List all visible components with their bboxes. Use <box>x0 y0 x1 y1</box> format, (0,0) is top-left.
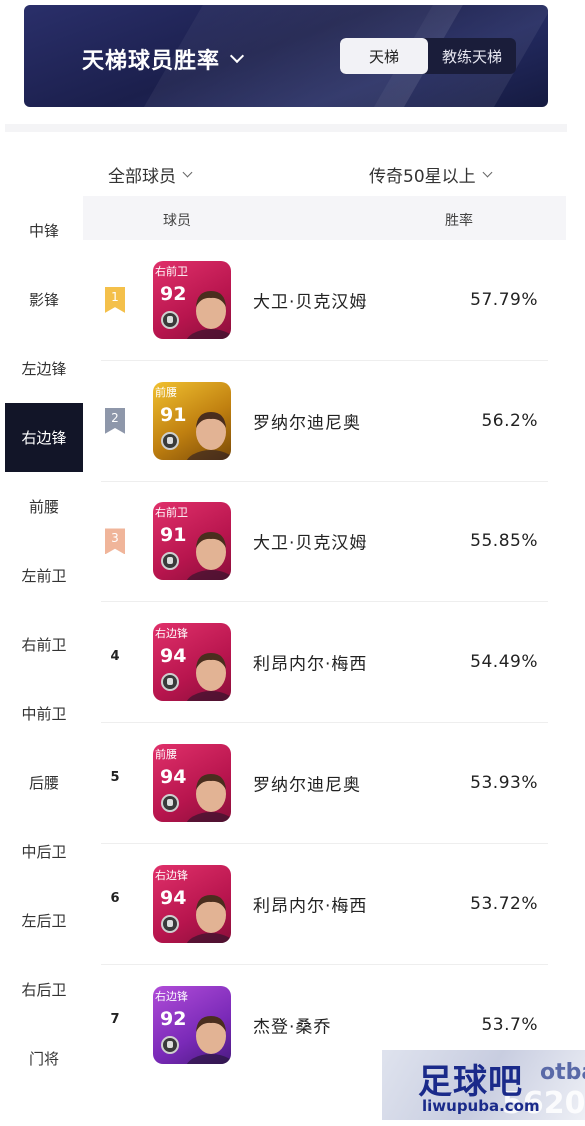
sidebar-item-dmf[interactable]: 后腰 <box>5 748 83 817</box>
player-name: 杰登·桑乔 <box>253 1017 332 1038</box>
column-header-rate: 胜率 <box>445 213 473 229</box>
club-badge-icon <box>161 552 179 571</box>
player-name: 罗纳尔迪尼奥 <box>253 413 361 434</box>
player-card[interactable]: 右边锋 92 <box>153 986 231 1065</box>
header-banner: 天梯球员胜率 天梯 教练天梯 <box>24 5 548 107</box>
tab-ladder[interactable]: 天梯 <box>340 38 428 74</box>
player-card[interactable]: 右边锋 94 <box>153 864 231 943</box>
win-rate-value: 54.49% <box>470 652 538 673</box>
column-header-player: 球员 <box>163 213 191 229</box>
player-name: 利昂内尔·梅西 <box>253 654 368 675</box>
sidebar-item-lb[interactable]: 左后卫 <box>5 886 83 955</box>
club-badge-icon <box>161 431 179 450</box>
win-rate-value: 56.2% <box>481 410 538 431</box>
player-portrait-icon <box>186 532 231 581</box>
table-row[interactable]: 6 右边锋 94 利昂内尔·梅西 53.72% <box>101 844 548 965</box>
page-title: 天梯球员胜率 <box>82 49 221 74</box>
player-filter-label: 全部球员 <box>108 167 176 187</box>
table-row[interactable]: 3 右前卫 91 大卫·贝克汉姆 55.85% <box>101 482 548 603</box>
position-sidebar: 中锋 影锋 左边锋 右边锋 前腰 左前卫 右前卫 中前卫 后腰 中后卫 左后卫 … <box>5 196 83 1086</box>
tab-coach-ladder[interactable]: 教练天梯 <box>428 38 516 74</box>
win-rate-value: 53.7% <box>481 1015 538 1036</box>
watermark-logo: otba 5620 足球吧 liwupuba.com <box>382 1050 585 1120</box>
rank-medal-badge: 3 <box>105 528 125 555</box>
sidebar-item-rwf[interactable]: 右边锋 <box>5 403 83 472</box>
card-rating: 94 <box>160 886 187 909</box>
filter-bar: 全部球员 传奇50星以上 <box>5 124 567 196</box>
card-rating: 92 <box>160 1008 187 1031</box>
rank-number: 5 <box>110 770 120 786</box>
chevron-down-icon <box>229 48 245 64</box>
club-badge-icon <box>161 310 179 329</box>
rank-number: 4 <box>110 649 120 665</box>
sidebar-item-rb[interactable]: 右后卫 <box>5 955 83 1024</box>
sidebar-item-lmf[interactable]: 左前卫 <box>5 541 83 610</box>
sidebar-item-lwf[interactable]: 左边锋 <box>5 334 83 403</box>
sidebar-item-cf[interactable]: 中锋 <box>5 196 83 265</box>
table-header: 球员 胜率 <box>83 196 566 240</box>
table-row[interactable]: 1 右前卫 92 大卫·贝克汉姆 57.79% <box>101 240 548 361</box>
card-position: 右前卫 <box>155 264 188 278</box>
player-name: 大卫·贝克汉姆 <box>253 292 368 313</box>
win-rate-table: 球员 胜率 1 右前卫 92 大卫·贝克汉姆 57.79% 2 前腰 91 罗纳尔迪尼奥 56.2… <box>83 196 566 1086</box>
player-card[interactable]: 右前卫 92 <box>153 260 231 339</box>
table-row[interactable]: 2 前腰 91 罗纳尔迪尼奥 56.2% <box>101 361 548 482</box>
win-rate-value: 57.79% <box>470 289 538 310</box>
card-position: 右边锋 <box>155 627 188 641</box>
watermark-brand: 足球吧 <box>418 1062 523 1102</box>
watermark-bg-text: otba <box>540 1060 585 1085</box>
card-position: 前腰 <box>155 748 177 762</box>
club-badge-icon <box>161 1036 179 1055</box>
player-portrait-icon <box>186 653 231 702</box>
rank-medal-badge: 1 <box>105 286 125 313</box>
player-card[interactable]: 前腰 91 <box>153 381 231 460</box>
sidebar-item-rmf[interactable]: 右前卫 <box>5 610 83 679</box>
card-position: 前腰 <box>155 385 177 399</box>
win-rate-value: 53.93% <box>470 773 538 794</box>
player-name: 罗纳尔迪尼奥 <box>253 775 361 796</box>
player-card[interactable]: 前腰 94 <box>153 744 231 823</box>
table-row[interactable]: 5 前腰 94 罗纳尔迪尼奥 53.93% <box>101 723 548 844</box>
sidebar-item-gk[interactable]: 门将 <box>5 1024 83 1093</box>
win-rate-value: 55.85% <box>470 531 538 552</box>
sidebar-item-ss[interactable]: 影锋 <box>5 265 83 334</box>
table-body: 1 右前卫 92 大卫·贝克汉姆 57.79% 2 前腰 91 罗纳尔迪尼奥 56.2% 3 右前卫 9… <box>83 240 566 1086</box>
player-portrait-icon <box>186 774 231 823</box>
card-rating: 92 <box>160 282 187 305</box>
card-rating: 94 <box>160 645 187 668</box>
level-filter-label: 传奇50星以上 <box>369 167 476 187</box>
player-portrait-icon <box>186 894 231 943</box>
player-card[interactable]: 右边锋 94 <box>153 623 231 702</box>
win-rate-value: 53.72% <box>470 893 538 914</box>
rank-medal-badge: 2 <box>105 407 125 434</box>
player-name: 大卫·贝克汉姆 <box>253 533 368 554</box>
player-portrait-icon <box>186 290 231 339</box>
player-name: 利昂内尔·梅西 <box>253 896 368 917</box>
card-position: 右边锋 <box>155 990 188 1004</box>
watermark-url: liwupuba.com <box>422 1097 540 1115</box>
rank-number: 7 <box>110 1012 120 1028</box>
ranking-type-dropdown[interactable]: 天梯球员胜率 <box>82 43 245 75</box>
sidebar-item-cb[interactable]: 中后卫 <box>5 817 83 886</box>
player-portrait-icon <box>186 1016 231 1065</box>
card-rating: 91 <box>160 524 187 547</box>
level-filter-dropdown[interactable]: 传奇50星以上 <box>369 162 493 187</box>
chevron-down-icon <box>482 167 493 177</box>
rank-number: 6 <box>110 890 120 906</box>
card-position: 右前卫 <box>155 506 188 520</box>
card-position: 右边锋 <box>155 868 188 882</box>
club-badge-icon <box>161 794 179 813</box>
mode-switch: 天梯 教练天梯 <box>340 38 516 74</box>
card-rating: 94 <box>160 766 187 789</box>
sidebar-item-amf[interactable]: 前腰 <box>5 472 83 541</box>
player-portrait-icon <box>186 411 231 460</box>
sidebar-item-cmf[interactable]: 中前卫 <box>5 679 83 748</box>
player-card[interactable]: 右前卫 91 <box>153 502 231 581</box>
player-filter-dropdown[interactable]: 全部球员 <box>108 162 193 187</box>
card-rating: 91 <box>160 403 187 426</box>
club-badge-icon <box>161 673 179 692</box>
table-row[interactable]: 4 右边锋 94 利昂内尔·梅西 54.49% <box>101 602 548 724</box>
chevron-down-icon <box>182 167 193 177</box>
club-badge-icon <box>161 914 179 933</box>
